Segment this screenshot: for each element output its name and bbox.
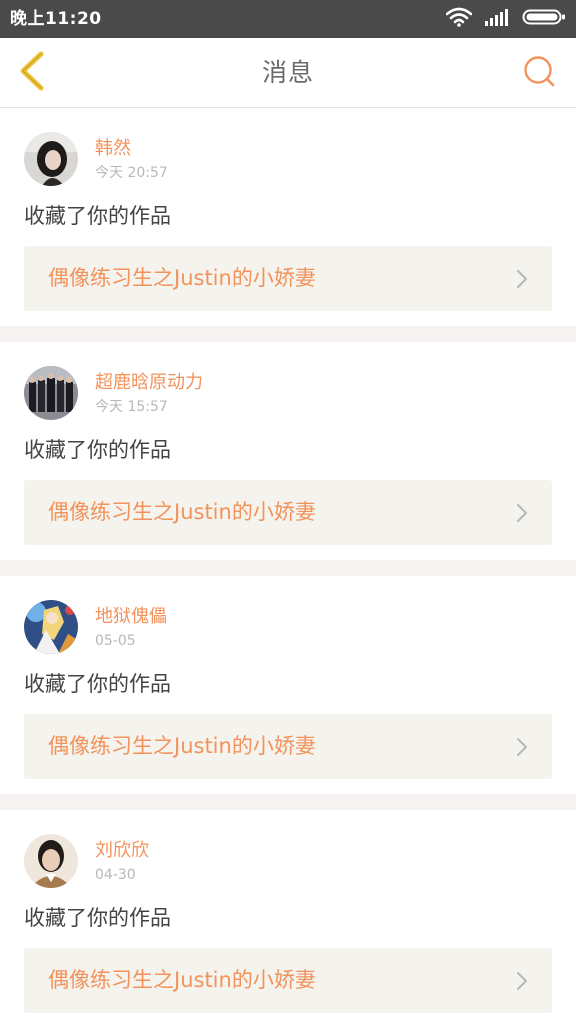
message-time: 今天 20:57 bbox=[95, 165, 168, 181]
status-time: 晚上11:20 bbox=[10, 9, 102, 29]
status-icons bbox=[445, 7, 566, 31]
avatar[interactable] bbox=[24, 600, 78, 654]
work-title: 偶像练习生之Justin的小娇妻 bbox=[48, 734, 316, 758]
action-text: 收藏了你的作品 bbox=[24, 438, 171, 462]
work-title: 偶像练习生之Justin的小娇妻 bbox=[48, 266, 316, 290]
message-list: 韩然 今天 20:57 收藏了你的作品 偶像练习生之Justin的小娇妻 超鹿晗… bbox=[0, 108, 576, 1028]
section-divider bbox=[0, 326, 576, 342]
section-divider bbox=[0, 560, 576, 576]
page-title: 消息 bbox=[261, 58, 314, 87]
status-bar: 晚上11:20 bbox=[0, 0, 576, 38]
work-link[interactable]: 偶像练习生之Justin的小娇妻 bbox=[24, 246, 552, 311]
user-name[interactable]: 韩然 bbox=[95, 138, 131, 160]
message-card: 超鹿晗原动力 今天 15:57 收藏了你的作品 偶像练习生之Justin的小娇妻 bbox=[0, 342, 576, 560]
chevron-right-icon bbox=[516, 737, 528, 757]
signal-icon bbox=[484, 7, 510, 31]
user-name[interactable]: 地狱傀儡 bbox=[95, 606, 167, 628]
work-title: 偶像练习生之Justin的小娇妻 bbox=[48, 500, 316, 524]
user-name[interactable]: 超鹿晗原动力 bbox=[95, 372, 203, 394]
work-link[interactable]: 偶像练习生之Justin的小娇妻 bbox=[24, 480, 552, 545]
avatar[interactable] bbox=[24, 834, 78, 888]
avatar[interactable] bbox=[24, 132, 78, 186]
nav-bar: 消息 bbox=[0, 38, 576, 108]
message-card: 刘欣欣 04-30 收藏了你的作品 偶像练习生之Justin的小娇妻 bbox=[0, 810, 576, 1028]
chevron-right-icon bbox=[516, 269, 528, 289]
message-card: 地狱傀儡 05-05 收藏了你的作品 偶像练习生之Justin的小娇妻 bbox=[0, 576, 576, 794]
message-time: 05-05 bbox=[95, 633, 136, 649]
search-button[interactable] bbox=[520, 54, 558, 92]
battery-icon bbox=[522, 7, 566, 31]
section-divider bbox=[0, 794, 576, 810]
message-card: 韩然 今天 20:57 收藏了你的作品 偶像练习生之Justin的小娇妻 bbox=[0, 108, 576, 326]
wifi-icon bbox=[445, 7, 473, 31]
chevron-right-icon bbox=[516, 503, 528, 523]
work-link[interactable]: 偶像练习生之Justin的小娇妻 bbox=[24, 948, 552, 1013]
message-time: 今天 15:57 bbox=[95, 399, 168, 415]
search-icon bbox=[522, 54, 556, 92]
chevron-right-icon bbox=[516, 971, 528, 991]
action-text: 收藏了你的作品 bbox=[24, 204, 171, 228]
work-title: 偶像练习生之Justin的小娇妻 bbox=[48, 968, 316, 992]
work-link[interactable]: 偶像练习生之Justin的小娇妻 bbox=[24, 714, 552, 779]
avatar[interactable] bbox=[24, 366, 78, 420]
action-text: 收藏了你的作品 bbox=[24, 906, 171, 930]
action-text: 收藏了你的作品 bbox=[24, 672, 171, 696]
message-time: 04-30 bbox=[95, 867, 136, 883]
user-name[interactable]: 刘欣欣 bbox=[95, 840, 149, 862]
